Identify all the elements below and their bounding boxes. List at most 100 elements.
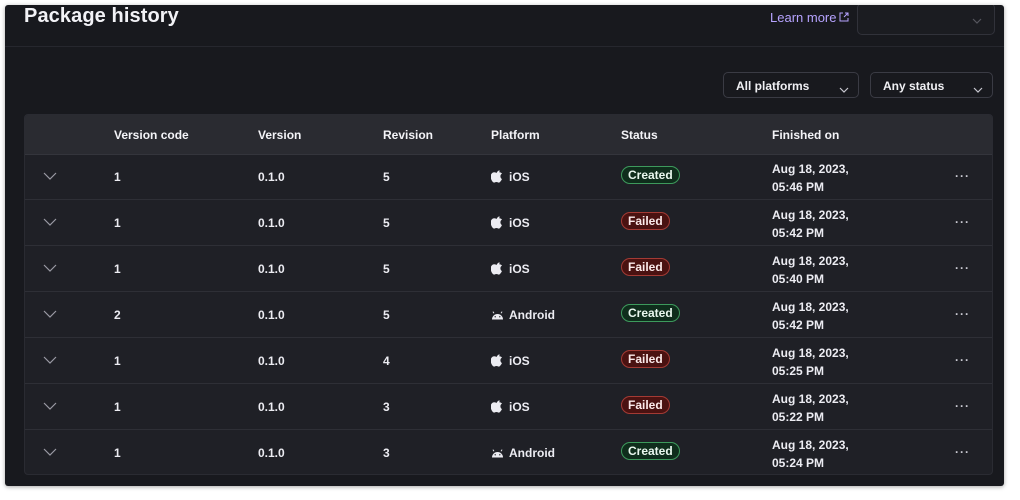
apple-icon xyxy=(490,216,504,232)
expand-chevron-icon[interactable] xyxy=(43,445,59,459)
expand-chevron-icon[interactable] xyxy=(43,399,59,413)
learn-more-link[interactable]: Learn more xyxy=(770,10,849,25)
revision-cell: 5 xyxy=(383,170,390,184)
status-cell: Failed xyxy=(621,396,670,414)
header-select[interactable] xyxy=(857,5,995,35)
more-actions-button[interactable]: ··· xyxy=(955,445,970,459)
version-cell: 0.1.0 xyxy=(258,400,285,414)
expand-chevron-icon[interactable] xyxy=(43,307,59,321)
version-code-cell: 1 xyxy=(114,400,121,414)
status-filter-label: Any status xyxy=(883,79,945,93)
table-row[interactable]: 1 0.1.0 4 iOS Failed Aug 18, 2023, 05:25 PM ··… xyxy=(25,338,992,384)
finished-on-cell: Aug 18, 2023, 05:46 PM xyxy=(772,162,849,194)
external-link-icon xyxy=(839,12,849,25)
revision-cell: 5 xyxy=(383,308,390,322)
platform-label: Android xyxy=(509,446,555,460)
platform-label: iOS xyxy=(509,170,530,185)
more-actions-button[interactable]: ··· xyxy=(955,353,970,367)
more-actions-button[interactable]: ··· xyxy=(955,169,970,183)
chevron-down-icon xyxy=(972,11,982,29)
more-actions-button[interactable]: ··· xyxy=(955,215,970,229)
platform-cell: Android xyxy=(491,446,555,461)
version-cell: 0.1.0 xyxy=(258,170,285,184)
status-cell: Failed xyxy=(621,258,670,276)
finished-on-cell: Aug 18, 2023, 05:24 PM xyxy=(772,438,849,470)
version-cell: 0.1.0 xyxy=(258,308,285,322)
platform-label: iOS xyxy=(509,354,530,369)
more-actions-button[interactable]: ··· xyxy=(955,399,970,413)
more-actions-button[interactable]: ··· xyxy=(955,307,970,321)
finished-on-cell: Aug 18, 2023, 05:42 PM xyxy=(772,208,849,240)
revision-cell: 4 xyxy=(383,354,390,368)
status-cell: Created xyxy=(621,166,680,184)
revision-cell: 3 xyxy=(383,446,390,460)
status-filter[interactable]: Any status xyxy=(870,72,993,98)
package-history-panel: Package history Learn more All platforms… xyxy=(5,5,1004,486)
page-title: Package history xyxy=(24,5,179,27)
revision-cell: 5 xyxy=(383,216,390,230)
column-finished-on: Finished on xyxy=(772,128,840,142)
android-icon xyxy=(491,447,504,461)
chevron-down-icon xyxy=(839,82,849,96)
chevron-down-icon xyxy=(973,82,983,96)
panel-header: Package history Learn more xyxy=(5,5,1004,47)
apple-icon xyxy=(490,262,504,278)
finished-on-cell: Aug 18, 2023, 05:40 PM xyxy=(772,254,849,286)
version-code-cell: 1 xyxy=(114,354,121,368)
table-row[interactable]: 1 0.1.0 5 iOS Failed Aug 18, 2023, 05:40 PM ··… xyxy=(25,246,992,292)
platform-label: iOS xyxy=(509,262,530,277)
status-badge: Created xyxy=(621,442,680,460)
more-actions-button[interactable]: ··· xyxy=(955,261,970,275)
platform-cell: iOS xyxy=(490,354,530,370)
version-code-cell: 1 xyxy=(114,170,121,184)
revision-cell: 3 xyxy=(383,400,390,414)
learn-more-label: Learn more xyxy=(770,10,837,25)
status-badge: Failed xyxy=(621,212,670,230)
table-row[interactable]: 1 0.1.0 5 iOS Created Aug 18, 2023, 05:46 PM ·… xyxy=(25,154,992,200)
status-cell: Created xyxy=(621,442,680,460)
platform-filter-label: All platforms xyxy=(736,79,810,93)
platform-filter[interactable]: All platforms xyxy=(723,72,859,98)
version-code-cell: 2 xyxy=(114,308,121,322)
expand-chevron-icon[interactable] xyxy=(43,261,59,275)
table-row[interactable]: 1 0.1.0 3 iOS Failed Aug 18, 2023, 05:22 PM ··… xyxy=(25,384,992,430)
status-badge: Created xyxy=(621,166,680,184)
column-version: Version xyxy=(258,128,302,142)
package-table: Version code Version Revision Platform S… xyxy=(24,114,993,475)
platform-cell: iOS xyxy=(490,216,530,232)
status-badge: Failed xyxy=(621,396,670,414)
version-code-cell: 1 xyxy=(114,446,121,460)
platform-label: Android xyxy=(509,308,555,322)
column-platform: Platform xyxy=(491,128,540,142)
status-badge: Failed xyxy=(621,258,670,276)
column-status: Status xyxy=(621,128,658,142)
revision-cell: 5 xyxy=(383,262,390,276)
status-cell: Created xyxy=(621,304,680,322)
column-revision: Revision xyxy=(383,128,434,142)
finished-on-cell: Aug 18, 2023, 05:42 PM xyxy=(772,300,849,332)
version-code-cell: 1 xyxy=(114,262,121,276)
version-code-cell: 1 xyxy=(114,216,121,230)
column-version-code: Version code xyxy=(114,128,189,142)
finished-on-cell: Aug 18, 2023, 05:22 PM xyxy=(772,392,849,424)
table-row[interactable]: 1 0.1.0 5 iOS Failed Aug 18, 2023, 05:42 PM ··… xyxy=(25,200,992,246)
platform-label: iOS xyxy=(509,400,530,415)
expand-chevron-icon[interactable] xyxy=(43,169,59,183)
table-row[interactable]: 2 0.1.0 5 Android Created Aug 18, 2023, 05:42… xyxy=(25,292,992,338)
platform-cell: iOS xyxy=(490,262,530,278)
platform-cell: Android xyxy=(491,308,555,323)
expand-chevron-icon[interactable] xyxy=(43,353,59,367)
platform-cell: iOS xyxy=(490,400,530,416)
table-row[interactable]: 1 0.1.0 3 Android Created Aug 18, 2023, 05:24… xyxy=(25,430,992,474)
status-cell: Failed xyxy=(621,212,670,230)
status-badge: Created xyxy=(621,304,680,322)
version-cell: 0.1.0 xyxy=(258,262,285,276)
apple-icon xyxy=(490,400,504,416)
android-icon xyxy=(491,309,504,323)
version-cell: 0.1.0 xyxy=(258,216,285,230)
status-cell: Failed xyxy=(621,350,670,368)
expand-chevron-icon[interactable] xyxy=(43,215,59,229)
finished-on-cell: Aug 18, 2023, 05:25 PM xyxy=(772,346,849,378)
table-header: Version code Version Revision Platform S… xyxy=(25,115,992,155)
version-cell: 0.1.0 xyxy=(258,446,285,460)
